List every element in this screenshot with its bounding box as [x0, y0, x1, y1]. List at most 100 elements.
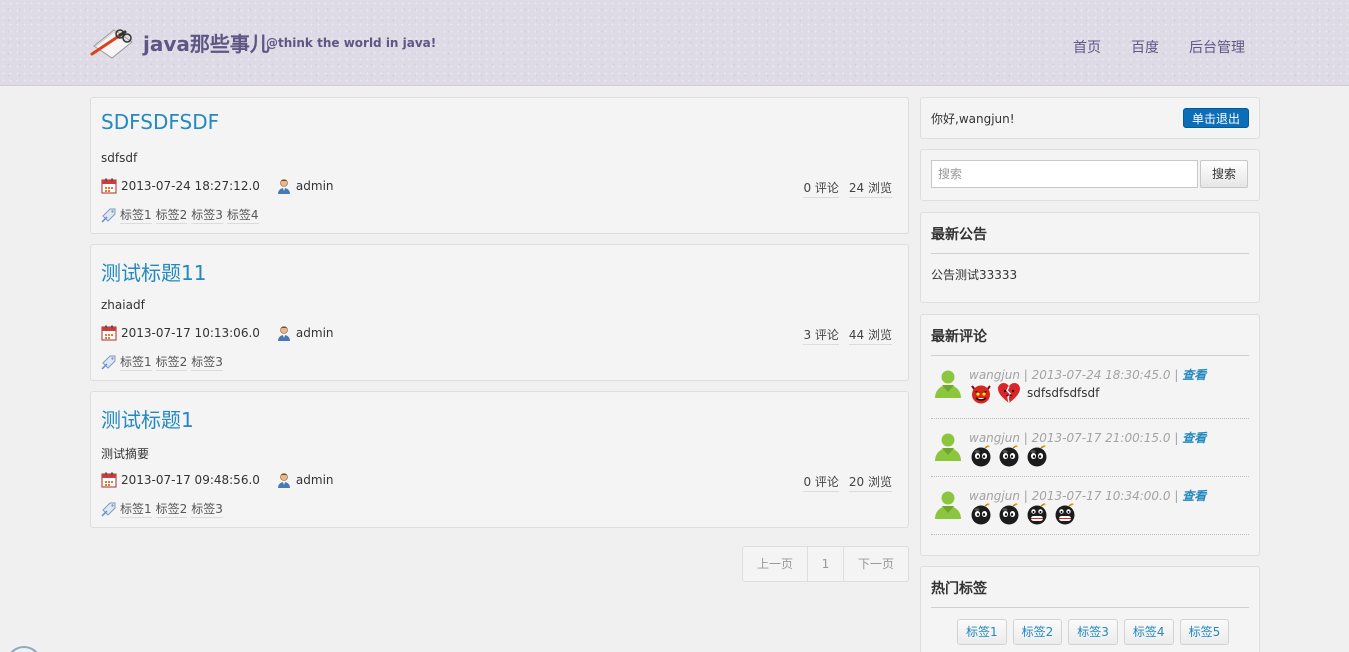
post-tag[interactable]: 标签1 — [120, 206, 152, 224]
post-author: admin — [295, 473, 334, 487]
post-tag[interactable]: 标签4 — [226, 206, 259, 224]
nav-baidu[interactable]: 百度 — [1131, 37, 1159, 57]
dotted-divider — [931, 534, 1249, 535]
comment-text: sdfsdfsdfsdf — [1027, 386, 1100, 400]
divider — [931, 355, 1249, 356]
broken-heart-emoticon-icon — [997, 382, 1021, 404]
user-avatar-icon — [933, 431, 963, 461]
post-card: 测试标题11 zhaiadf 2013-07-17 10:13:06.0 adm… — [90, 244, 909, 381]
author-icon — [276, 325, 292, 341]
search-box: 搜索 — [920, 149, 1260, 201]
notice-text[interactable]: 公告测试33333 — [931, 266, 1017, 283]
bomb-emoticon-icon — [997, 445, 1021, 467]
hot-tag[interactable]: 标签2 — [1012, 619, 1063, 645]
post-title[interactable]: 测试标题1 — [101, 404, 194, 433]
post-tag[interactable]: 标签2 — [155, 500, 188, 518]
post-card: SDFSDFSDF sdfsdf 2013-07-24 18:27:12.0 a… — [90, 97, 909, 234]
post-tag[interactable]: 标签1 — [120, 353, 152, 371]
post-tag[interactable]: 标签2 — [155, 353, 188, 371]
post-tag[interactable]: 标签3 — [191, 206, 223, 224]
bomb-emoticon-icon — [1025, 445, 1049, 467]
comment-count[interactable]: 0 评论 — [803, 179, 839, 198]
author-icon — [276, 472, 292, 488]
prev-page-button[interactable]: 上一页 — [743, 547, 808, 581]
hot-tag[interactable]: 标签4 — [1123, 619, 1174, 645]
bomb-emoticon-icon — [969, 445, 993, 467]
comment-body — [969, 503, 1077, 525]
main-nav: 首页 百度 后台管理 — [1073, 37, 1245, 57]
hot-tag[interactable]: 标签5 — [1179, 619, 1230, 645]
site-slogan: @think the world in java! — [266, 36, 437, 50]
post-tags: 标签1 标签2 标签3 — [101, 500, 227, 518]
post-tag[interactable]: 标签2 — [155, 206, 188, 224]
next-page-button[interactable]: 下一页 — [844, 547, 908, 581]
comment-meta: wangjun | 2013-07-24 18:30:45.0 | 查看 — [969, 368, 1207, 382]
post-summary: sdfsdf — [101, 151, 138, 165]
site-header: java那些事儿 @think the world in java! 首页 百度… — [0, 0, 1349, 86]
search-input[interactable] — [931, 160, 1198, 188]
comment-count[interactable]: 3 评论 — [803, 326, 839, 345]
post-summary: 测试摘要 — [101, 447, 150, 461]
author-icon — [276, 178, 292, 194]
post-tag[interactable]: 标签3 — [191, 353, 223, 371]
post-tags: 标签1 标签2 标签3 标签4 — [101, 206, 263, 224]
hot-tag[interactable]: 标签1 — [957, 619, 1007, 645]
divider — [931, 253, 1249, 254]
post-tag[interactable]: 标签1 — [120, 500, 152, 518]
user-box: 你好,wangjun! 单击退出 — [920, 97, 1260, 139]
post-meta: 2013-07-17 10:13:06.0 admin — [101, 325, 334, 341]
comment-count[interactable]: 0 评论 — [803, 473, 839, 492]
hot-tag-list: 标签1 标签2 标签3 标签4 标签5 — [957, 619, 1230, 645]
notice-box: 最新公告 公告测试33333 — [920, 212, 1260, 303]
bomb-emoticon-icon — [997, 503, 1021, 525]
comment-meta: wangjun | 2013-07-17 10:34:00.0 | 查看 — [969, 489, 1207, 503]
greeting-text: 你好,wangjun! — [931, 112, 1015, 126]
logo-icon[interactable] — [90, 24, 136, 60]
user-avatar-icon — [933, 489, 963, 519]
calendar-icon — [101, 178, 117, 194]
view-count: 44 浏览 — [848, 326, 892, 345]
logout-button[interactable]: 单击退出 — [1182, 108, 1249, 128]
search-button[interactable]: 搜索 — [1200, 160, 1248, 188]
comment-body — [969, 445, 1049, 467]
hot-tags-title: 热门标签 — [931, 581, 987, 597]
bomb-emoticon-icon — [969, 503, 993, 525]
post-title[interactable]: SDFSDFSDF — [101, 110, 219, 134]
view-comment-link[interactable]: 查看 — [1182, 431, 1206, 445]
devil-emoticon-icon — [969, 382, 993, 404]
post-meta: 2013-07-24 18:27:12.0 admin — [101, 178, 334, 194]
post-title[interactable]: 测试标题11 — [101, 257, 206, 286]
tag-icon — [101, 207, 117, 223]
comment-item: wangjun | 2013-07-17 21:00:15.0 | 查看 — [931, 429, 1249, 477]
recent-comments-box: 最新评论 wangjun | 2013-07-24 18:30:45.0 | 查… — [920, 314, 1260, 556]
post-tag[interactable]: 标签3 — [191, 500, 223, 518]
comment-item: wangjun | 2013-07-17 10:34:00.0 | 查看 — [931, 487, 1249, 535]
post-author: admin — [295, 179, 334, 193]
grin-emoticon-icon — [1025, 503, 1049, 525]
post-card: 测试标题1 测试摘要 2013-07-17 09:48:56.0 admin 0… — [90, 391, 909, 528]
hot-tag[interactable]: 标签3 — [1068, 619, 1118, 645]
page-number[interactable]: 1 — [808, 547, 844, 581]
hot-tags-box: 热门标签 标签1 标签2 标签3 标签4 标签5 — [920, 566, 1260, 652]
tag-icon — [101, 501, 117, 517]
divider — [931, 607, 1249, 608]
calendar-icon — [101, 325, 117, 341]
pagination: 上一页 1 下一页 — [742, 546, 909, 582]
comments-title: 最新评论 — [931, 329, 987, 345]
post-meta: 2013-07-17 09:48:56.0 admin — [101, 472, 334, 488]
post-date: 2013-07-17 09:48:56.0 — [121, 473, 260, 487]
view-count: 24 浏览 — [848, 179, 892, 198]
view-comment-link[interactable]: 查看 — [1182, 489, 1206, 503]
post-stats: 3 评论 44 浏览 — [803, 326, 892, 345]
site-title[interactable]: java那些事儿 — [143, 28, 270, 57]
post-stats: 0 评论 24 浏览 — [803, 179, 892, 198]
dotted-divider — [931, 476, 1249, 477]
notice-title: 最新公告 — [931, 227, 987, 243]
comment-meta: wangjun | 2013-07-17 21:00:15.0 | 查看 — [969, 431, 1207, 445]
nav-admin[interactable]: 后台管理 — [1189, 37, 1245, 57]
post-summary: zhaiadf — [101, 298, 145, 312]
back-to-top-button[interactable] — [6, 646, 42, 652]
grin-emoticon-icon — [1053, 503, 1077, 525]
view-comment-link[interactable]: 查看 — [1182, 368, 1206, 382]
nav-home[interactable]: 首页 — [1073, 37, 1101, 57]
